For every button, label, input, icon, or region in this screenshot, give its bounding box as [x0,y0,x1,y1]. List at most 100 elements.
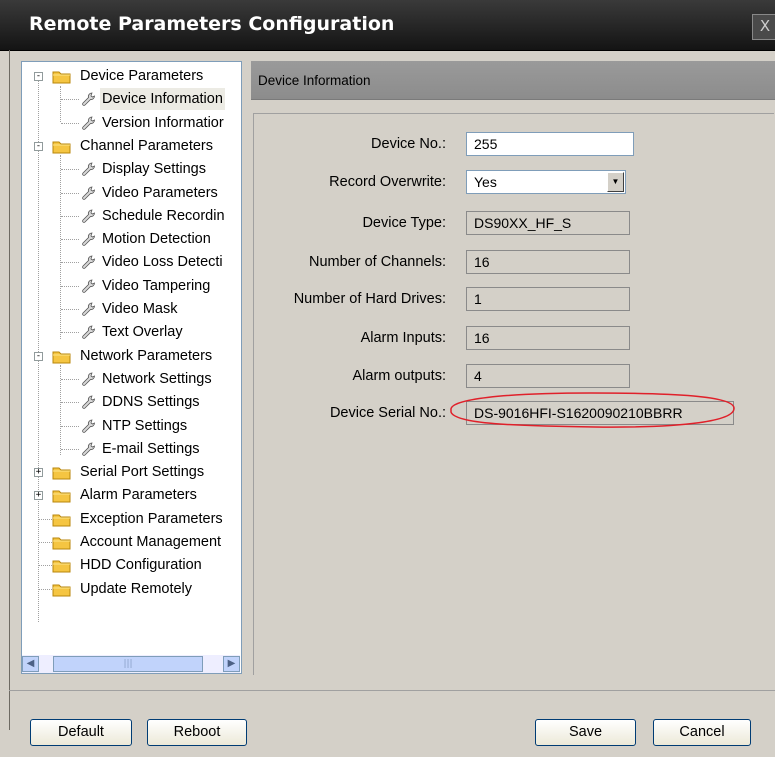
tree-item-label: Device Parameters [80,68,204,84]
collapse-icon[interactable]: - [34,351,43,361]
tree-connector [61,402,79,404]
default-button[interactable]: Default [30,719,132,746]
tree-item[interactable]: Update Remotely [22,578,241,600]
record-overwrite-select[interactable]: Yes ▼ [466,170,626,194]
tree-item-label: Device Information [100,88,225,111]
cancel-button[interactable]: Cancel [653,719,751,746]
tree-connector [61,239,79,241]
window-titlebar: Remote Parameters Configuration X [0,0,775,51]
wrench-icon [80,254,96,270]
wrench-icon [80,324,96,340]
field-label: Alarm outputs: [352,368,447,384]
field-value: 16 [474,254,490,270]
scroll-right-icon[interactable]: ▶ [223,656,240,672]
tree-item[interactable]: Motion Detection [22,228,241,250]
tree-connector [61,262,79,264]
tree-item-label: Update Remotely [80,580,193,597]
field-label: Device Serial No.: [329,405,446,421]
close-button[interactable]: X [752,14,775,40]
wrench-icon [80,91,96,107]
tree-connector [61,192,79,194]
collapse-icon[interactable]: - [34,72,43,81]
folder-icon [52,582,71,597]
tree-item-label: Version Informatior [102,114,224,131]
tree-connector [61,122,79,124]
save-button[interactable]: Save [535,719,636,746]
tree-item-label: Motion Detection [102,231,211,248]
tree-horizontal-scrollbar[interactable]: ◀ ||| ▶ [22,655,240,673]
tree-item[interactable]: HDD Configuration [22,554,241,576]
tree-connector [61,448,79,450]
tree-connector [61,332,79,334]
tree-item-label: HDD Configuration [80,557,202,574]
field-value: 4 [474,368,482,384]
bottom-divider [9,690,775,691]
wrench-icon [80,185,96,201]
device-no-input[interactable]: 255 [466,132,634,156]
annotation-circle [450,392,735,428]
field-value: 1 [474,291,482,307]
tree-item[interactable]: Account Management [22,531,241,553]
readonly-field: DS90XX_HF_S [466,211,630,235]
wrench-icon [80,371,96,387]
field-value: 16 [474,330,490,346]
field-value: DS90XX_HF_S [474,215,572,231]
readonly-field: 1 [466,287,630,311]
readonly-field: 4 [466,364,630,388]
tree-item[interactable]: - Network Parameters [22,345,241,367]
scroll-thumb[interactable]: ||| [53,656,203,672]
tree-item[interactable]: E-mail Settings [22,438,241,460]
scroll-left-icon[interactable]: ◀ [22,656,39,672]
tree-connector [61,215,79,217]
tree-connector [61,285,79,287]
folder-icon [52,139,71,154]
collapse-icon[interactable]: - [34,141,43,151]
tree-item[interactable]: + Alarm Parameters [22,484,241,506]
folder-icon [52,488,71,503]
wrench-icon [80,115,96,131]
wrench-icon [80,441,96,457]
field-value: 255 [474,136,498,152]
tree-item[interactable]: - Device Parameters [22,65,241,87]
tree-item-label: Network Parameters [80,347,213,364]
tree-item[interactable]: Device Information [22,88,241,111]
wrench-icon [80,231,96,247]
folder-icon [52,512,71,527]
tree-item[interactable]: + Serial Port Settings [22,461,241,483]
tree-item-label: Serial Port Settings [80,464,205,481]
tree-item[interactable]: Version Informatior [22,112,241,134]
window-left-border [9,50,10,730]
tree-connector [39,542,52,543]
field-value: Yes [474,174,497,190]
section-title: Device Information [258,73,371,88]
chevron-down-icon[interactable]: ▼ [607,172,624,192]
wrench-icon [80,418,96,434]
tree-connector [39,565,52,567]
tree-connector [61,378,79,380]
folder-icon [52,535,71,550]
tree-item-label: E-mail Settings [102,440,200,457]
tree-item-label: Alarm Parameters [80,487,197,504]
tree-connector [39,518,52,520]
tree-item[interactable]: Exception Parameters [22,508,241,530]
tree-connector [61,309,79,310]
field-label: Number of Channels: [308,254,446,270]
field-label: Device Type: [362,215,446,231]
section-header: Device Information [251,61,775,100]
field-label: Record Overwrite: [329,174,446,190]
wrench-icon [80,394,96,410]
wrench-icon [80,278,96,294]
tree-connector [61,99,79,101]
tree-item-label: Account Management [80,534,222,550]
expand-icon[interactable]: + [34,468,43,478]
tree-connector [39,588,52,590]
wrench-icon [80,301,96,317]
reboot-button[interactable]: Reboot [147,719,247,746]
folder-icon [52,69,71,84]
window-title: Remote Parameters Configuration [29,13,395,35]
folder-icon [52,465,71,480]
wrench-icon [80,208,96,224]
field-label: Device No.: [371,136,446,152]
expand-icon[interactable]: + [34,491,43,501]
readonly-field: 16 [466,326,630,350]
